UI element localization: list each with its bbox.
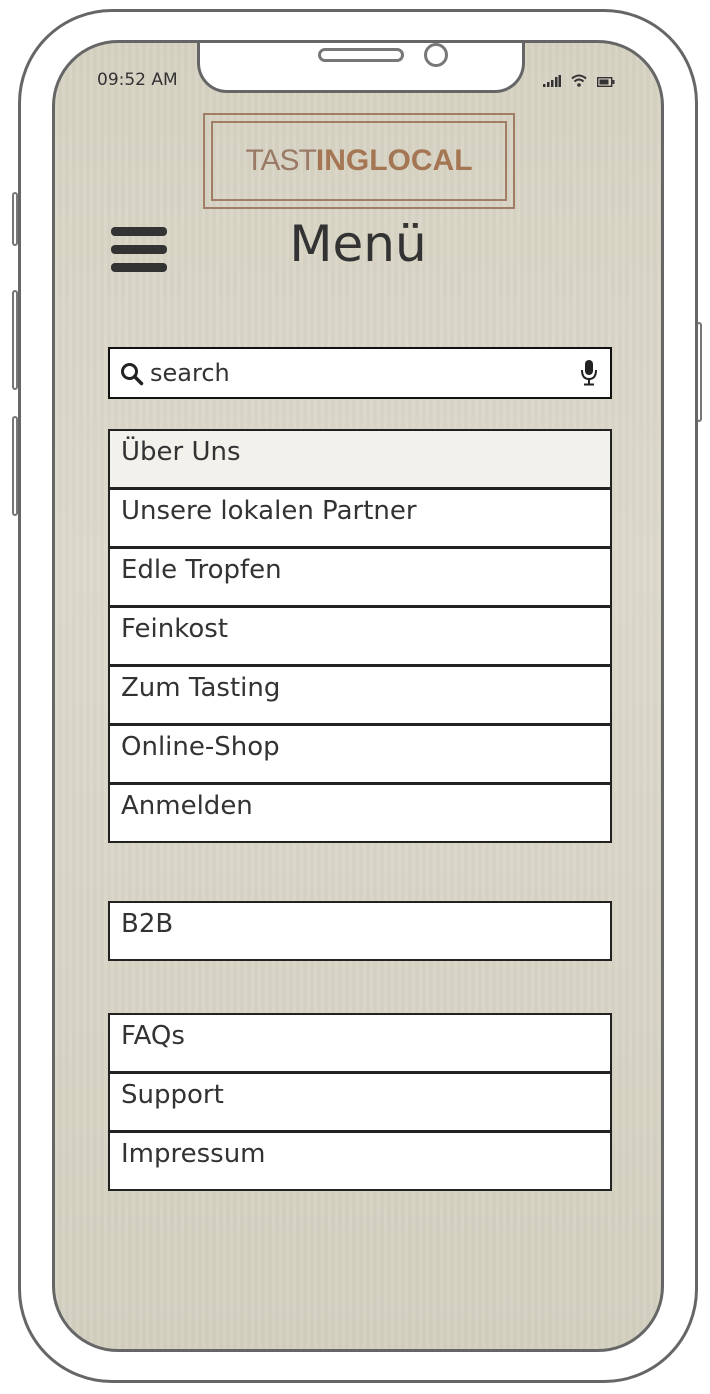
speaker-grille	[318, 48, 404, 62]
info-menu: FAQs Support Impressum	[108, 1013, 612, 1191]
battery-icon	[597, 77, 615, 87]
search-icon	[121, 363, 144, 386]
search-input[interactable]	[150, 355, 560, 391]
menu-item-zum-tasting[interactable]: Zum Tasting	[108, 665, 612, 725]
brand-logo[interactable]: TAST INGLOCAL	[203, 113, 515, 209]
menu-item-support[interactable]: Support	[108, 1072, 612, 1132]
menu-item-online-shop[interactable]: Online-Shop	[108, 724, 612, 784]
wifi-icon	[571, 74, 587, 87]
logo-inner-frame: TAST INGLOCAL	[211, 121, 507, 201]
menu-item-impressum[interactable]: Impressum	[108, 1131, 612, 1191]
menu-item-feinkost[interactable]: Feinkost	[108, 606, 612, 666]
menu-item-edle-tropfen[interactable]: Edle Tropfen	[108, 547, 612, 607]
logo-text-bold: INGLOCAL	[315, 144, 473, 177]
menu-item-anmelden[interactable]: Anmelden	[108, 783, 612, 843]
signal-icon	[543, 75, 561, 87]
phone-notch	[197, 43, 525, 93]
menu-item-lokale-partner[interactable]: Unsere lokalen Partner	[108, 488, 612, 548]
search-bar[interactable]	[108, 347, 612, 399]
page-title: Menü	[289, 215, 427, 273]
phone-screen: 09:52 AM TAST INGLOCAL Menü search Über …	[52, 40, 664, 1352]
menu-item-ueber-uns[interactable]: Über Uns	[108, 429, 612, 489]
status-time: 09:52 AM	[97, 70, 178, 90]
microphone-icon[interactable]	[580, 359, 598, 387]
logo-text-light: TAST	[245, 144, 316, 177]
status-icons	[543, 74, 615, 87]
main-menu: Über Uns Unsere lokalen Partner Edle Tro…	[108, 429, 612, 843]
menu-item-b2b[interactable]: B2B	[108, 901, 612, 961]
menu-item-faqs[interactable]: FAQs	[108, 1013, 612, 1073]
b2b-menu: B2B	[108, 901, 612, 961]
front-camera	[424, 43, 448, 67]
